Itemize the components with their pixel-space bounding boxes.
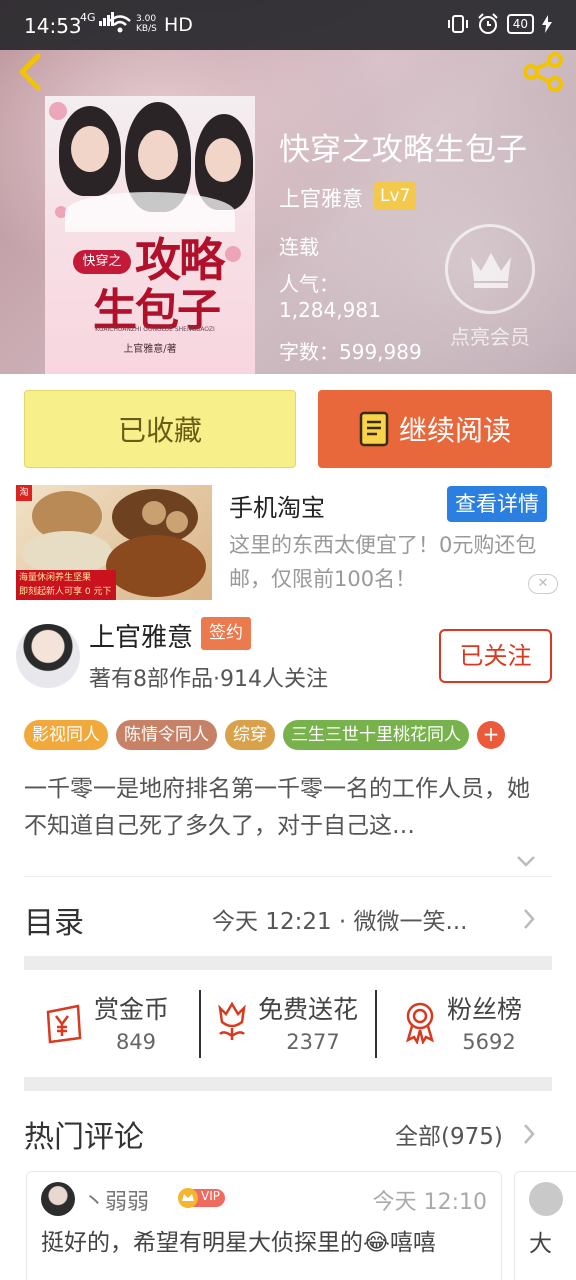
cover-figure-face xyxy=(205,138,241,182)
alarm-icon xyxy=(478,13,498,34)
tag-item[interactable]: 影视同人 xyxy=(24,720,108,750)
nut-bowl xyxy=(106,535,206,597)
ad-image-line1: 海量休闲养生坚果 xyxy=(19,573,92,583)
vibrate-icon xyxy=(447,15,468,33)
favorite-button[interactable]: 已收藏 xyxy=(24,390,296,468)
book-cover[interactable]: 快穿之 攻略 生包子 KUAICHUANZHI GONGLUE SHENGBAO… xyxy=(45,96,255,374)
cover-blossom xyxy=(225,246,241,262)
commenter-avatar[interactable] xyxy=(529,1182,563,1216)
author-stats: 著有8部作品·914人关注 xyxy=(89,667,328,692)
nut xyxy=(166,511,188,533)
ad-close-button[interactable]: ✕ xyxy=(528,574,558,594)
flower-icon xyxy=(218,1001,246,1040)
hd-indicator: HD xyxy=(164,14,193,36)
toc-latest-chapter[interactable]: 今天 12:21 · 微微一笑... xyxy=(212,902,467,936)
back-button[interactable] xyxy=(14,52,48,92)
ad-detail-button[interactable]: 查看详情 xyxy=(447,486,547,522)
reward-coins[interactable]: 赏金币 849 xyxy=(44,988,184,1058)
stat-value: 849 xyxy=(115,1030,157,1054)
popularity-value: 1,284,981 xyxy=(279,298,381,322)
wifi-icon xyxy=(109,15,131,33)
comment-card[interactable]: 丶弱弱 VIP 今天 12:10 挺好的，希望有明星大侦探里的😂嘻嘻 xyxy=(26,1171,502,1280)
ad-description[interactable]: 这里的东西太便宜了！0元购还包邮，仅限前100名！ xyxy=(229,528,559,596)
stat-value: 5692 xyxy=(462,1030,516,1054)
author-avatar[interactable] xyxy=(16,624,80,688)
chevron-right-icon[interactable] xyxy=(523,1123,535,1145)
stat-value: 2377 xyxy=(286,1030,340,1054)
tag-item[interactable]: 综穿 xyxy=(225,720,275,750)
stat-label: 粉丝榜 xyxy=(447,995,523,1024)
ad-image[interactable]: 淘 海量休闲养生坚果 即刻起新人可享 0 元下单 xyxy=(16,485,212,600)
author-level-badge: Lv7 xyxy=(374,182,417,210)
ad-image-line2: 即刻起新人可享 0 元下单 xyxy=(19,587,112,597)
stat-label: 赏金币 xyxy=(94,995,170,1024)
crown-icon xyxy=(471,253,511,288)
ad-title[interactable]: 手机淘宝 xyxy=(229,488,325,523)
status-bar: 14:53 4G 3.00 KB/S HD 40 xyxy=(0,0,576,50)
comment-time: 今天 12:10 xyxy=(372,1190,487,1215)
fan-ranking[interactable]: 粉丝榜 5692 xyxy=(400,988,540,1058)
book-title: 快穿之攻略生包子 xyxy=(279,132,527,168)
book-icon xyxy=(359,411,389,447)
stat-divider xyxy=(199,990,201,1058)
tag-item[interactable]: 陈情令同人 xyxy=(116,720,217,750)
nut-bowl xyxy=(22,531,112,575)
word-count: 字数：599,989 xyxy=(279,340,422,364)
tag-more-button[interactable]: + xyxy=(477,721,505,749)
stat-label: 免费送花 xyxy=(258,995,359,1024)
cover-series: 快穿之 xyxy=(73,250,131,274)
tag-item[interactable]: 三生三世十里桃花同人 xyxy=(283,720,469,750)
ad-corner-badge: 淘 xyxy=(16,485,32,501)
vip-badge-label: VIP xyxy=(201,1189,220,1203)
comments-title: 热门评论 xyxy=(24,1120,144,1155)
status-right: 40 xyxy=(447,13,552,35)
divider xyxy=(24,876,552,877)
favorite-label: 已收藏 xyxy=(117,414,202,447)
tag-list: 影视同人 陈情令同人 综穿 三生三世十里桃花同人 + xyxy=(24,720,505,750)
comment-text: 大 xyxy=(529,1231,552,1257)
chevron-down-icon[interactable] xyxy=(516,854,536,868)
signed-badge: 签约 xyxy=(201,617,251,650)
section-separator xyxy=(24,1077,552,1091)
comment-card[interactable]: 大 xyxy=(514,1171,576,1280)
free-flowers[interactable]: 免费送花 2377 xyxy=(212,988,372,1058)
net-speed-value: 3.00 xyxy=(136,14,157,24)
toc-label[interactable]: 目录 xyxy=(24,898,84,942)
share-button[interactable] xyxy=(520,52,566,92)
book-author[interactable]: 上官雅意 xyxy=(279,183,363,213)
stat-divider xyxy=(375,990,377,1058)
book-header: 14:53 4G 3.00 KB/S HD 40 快穿之 攻略 生包子 KUAI… xyxy=(0,0,576,374)
nut xyxy=(142,501,166,525)
network-type: 4G xyxy=(80,11,96,24)
author-name[interactable]: 上官雅意 xyxy=(89,617,193,654)
ad-image-caption: 海量休闲养生坚果 即刻起新人可享 0 元下单 xyxy=(16,570,116,600)
cover-pinyin: KUAICHUANZHI GONGLUE SHENGBAOZI xyxy=(95,326,215,333)
synopsis[interactable]: 一千零一是地府排名第一千零一名的工作人员，她不知道自己死了多久了，对于自己这… xyxy=(24,771,550,845)
book-status: 连载 xyxy=(279,235,319,259)
continue-reading-label: 继续阅读 xyxy=(398,414,511,447)
reward-coin-icon xyxy=(46,1004,82,1044)
battery-icon: 40 xyxy=(506,14,534,34)
cover-figure-face xyxy=(71,126,109,172)
vip-label[interactable]: 点亮会员 xyxy=(444,321,536,350)
net-speed: 3.00 KB/S xyxy=(136,14,157,34)
continue-reading-button[interactable]: 继续阅读 xyxy=(318,390,552,468)
chevron-right-icon[interactable] xyxy=(523,908,535,930)
cover-blossom xyxy=(49,102,67,120)
comments-all-link[interactable]: 全部(975) xyxy=(395,1117,503,1151)
comment-text: 挺好的，希望有明星大侦探里的😂嘻嘻 xyxy=(41,1230,436,1256)
commenter-name[interactable]: 丶弱弱 xyxy=(83,1184,149,1216)
status-time: 14:53 xyxy=(24,14,82,38)
section-separator xyxy=(24,956,552,970)
vip-button[interactable] xyxy=(445,224,535,314)
medal-icon xyxy=(406,1002,434,1044)
cover-author: 上官雅意/著 xyxy=(123,344,177,355)
net-speed-unit: KB/S xyxy=(136,24,157,34)
charging-icon xyxy=(542,15,552,33)
popularity-label: 人气： xyxy=(279,272,339,296)
commenter-avatar[interactable] xyxy=(41,1182,75,1216)
follow-button[interactable]: 已关注 xyxy=(439,629,552,683)
cover-figure-face xyxy=(138,130,178,180)
